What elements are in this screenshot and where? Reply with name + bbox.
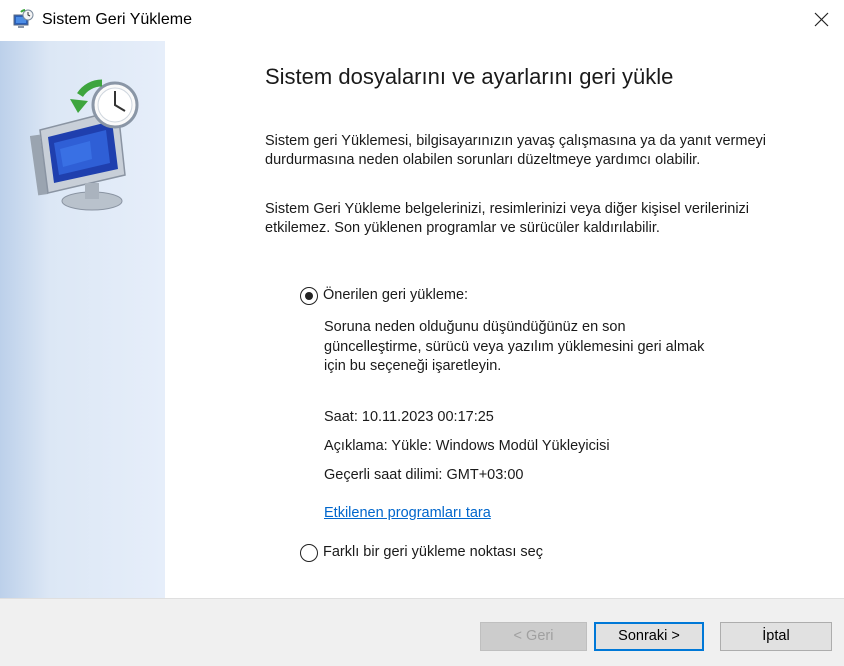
- restore-point-timezone: Geçerli saat dilimi: GMT+03:00: [324, 467, 524, 483]
- back-button[interactable]: < Geri: [480, 622, 587, 651]
- intro-paragraph: Sistem geri Yüklemesi, bilgisayarınızın …: [265, 133, 766, 168]
- scan-affected-programs-link[interactable]: Etkilenen programları tara: [324, 505, 491, 521]
- sidebar-panel: [0, 41, 166, 598]
- page-title: Sistem dosyalarını ve ayarlarını geri yü…: [265, 64, 674, 89]
- title-bar: Sistem Geri Yükleme: [0, 0, 844, 41]
- restore-point-description: Açıklama: Yükle: Windows Modül Yükleyici…: [324, 438, 610, 454]
- recommended-restore-label[interactable]: Önerilen geri yükleme:: [323, 287, 468, 303]
- notice-paragraph: Sistem Geri Yükleme belgelerinizi, resim…: [265, 201, 750, 236]
- system-restore-icon: [13, 9, 34, 28]
- cancel-button[interactable]: İptal: [720, 622, 832, 651]
- choose-restore-point-radio[interactable]: [300, 544, 318, 562]
- radio-selected-dot: [304, 291, 313, 300]
- recommended-restore-radio[interactable]: [300, 287, 318, 305]
- recommended-restore-description: Soruna neden olduğunu düşündüğünüz en so…: [324, 319, 705, 374]
- system-restore-monitor-clock-icon: [30, 79, 139, 211]
- footer-bar: < Geri Sonraki > İptal: [0, 598, 844, 666]
- restore-point-time: Saat: 10.11.2023 00:17:25: [324, 409, 494, 425]
- next-button[interactable]: Sonraki >: [594, 622, 704, 651]
- close-button[interactable]: [798, 0, 844, 41]
- window-title: Sistem Geri Yükleme: [42, 11, 192, 28]
- close-icon: [814, 12, 829, 27]
- main-content: Sistem dosyalarını ve ayarlarını geri yü…: [165, 41, 844, 598]
- choose-restore-point-label[interactable]: Farklı bir geri yükleme noktası seç: [323, 544, 543, 560]
